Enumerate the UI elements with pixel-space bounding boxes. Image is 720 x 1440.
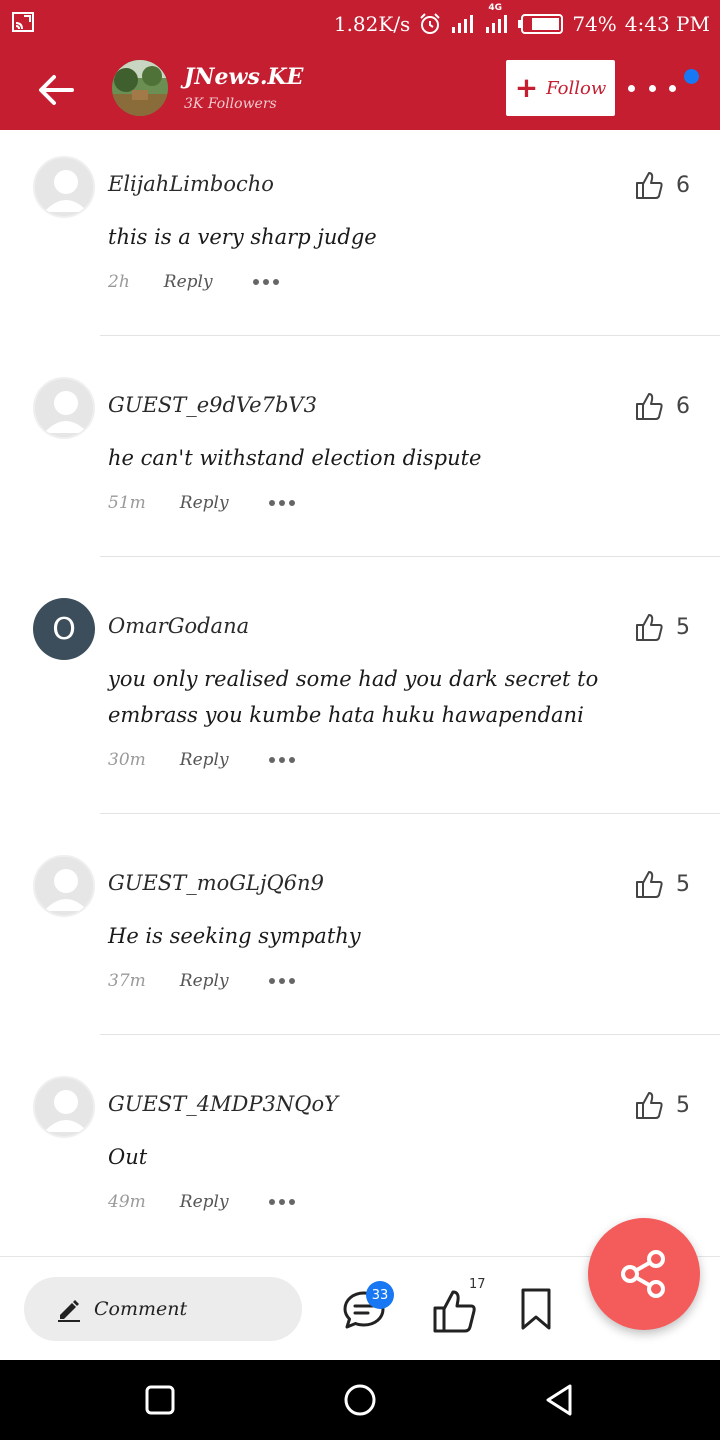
channel-avatar-image <box>112 60 168 116</box>
avatar[interactable] <box>33 1076 95 1138</box>
reply-button[interactable]: Reply <box>180 971 229 991</box>
comment-username[interactable]: GUEST_4MDP3NQoY <box>108 1092 338 1116</box>
divider <box>100 813 720 814</box>
comment-like-count: 5 <box>676 871 690 897</box>
comment-meta: 49m Reply <box>108 1192 295 1212</box>
network-type: 4G <box>488 3 502 13</box>
comment-time: 30m <box>108 750 146 770</box>
back-icon[interactable] <box>542 1382 578 1418</box>
comment-like-button[interactable]: 5 <box>634 612 690 642</box>
comment-text: this is a very sharp judge <box>108 225 377 249</box>
comment-meta: 30m Reply <box>108 750 295 770</box>
avatar[interactable] <box>33 377 95 439</box>
thumbs-up-icon <box>636 614 663 641</box>
back-arrow-icon[interactable] <box>36 70 76 110</box>
share-icon <box>621 1250 665 1298</box>
channel-name[interactable]: JNews.KE <box>184 64 303 90</box>
comment-like-count: 5 <box>676 1092 690 1118</box>
comment-time: 37m <box>108 971 146 991</box>
signal-icon <box>486 15 508 33</box>
more-icon[interactable] <box>628 74 676 102</box>
pencil-icon <box>58 1300 80 1322</box>
comment-like-button[interactable]: 6 <box>634 170 690 200</box>
thumbs-up-icon <box>636 393 663 420</box>
comment-time: 49m <box>108 1192 146 1212</box>
status-bar: 1.82K/s 4G 74% 4:43 PM <box>0 0 720 48</box>
comment-like-count: 6 <box>676 393 690 419</box>
comment-meta: 37m Reply <box>108 971 295 991</box>
comment-meta: 2h Reply <box>108 272 279 292</box>
reply-button[interactable]: Reply <box>180 1192 229 1212</box>
comment-more-icon[interactable] <box>268 978 295 984</box>
thumbs-up-icon <box>636 172 663 199</box>
thumbs-up-icon <box>636 1092 663 1119</box>
avatar[interactable] <box>33 855 95 917</box>
follow-button[interactable]: + Follow <box>506 60 615 116</box>
plus-icon: + <box>514 71 539 104</box>
comment-username[interactable]: GUEST_e9dVe7bV3 <box>108 393 317 417</box>
comment-like-button[interactable]: 6 <box>634 391 690 421</box>
comment-more-icon[interactable] <box>268 757 295 763</box>
comment-more-icon[interactable] <box>268 500 295 506</box>
comment-meta: 51m Reply <box>108 493 295 513</box>
share-button[interactable] <box>588 1218 700 1330</box>
app-header: 1.82K/s 4G 74% 4:43 PM JNews.KE 3K Follo… <box>0 0 720 130</box>
reply-button[interactable]: Reply <box>180 750 229 770</box>
signal-4g: 4G <box>484 3 510 35</box>
recent-apps-icon[interactable] <box>142 1382 178 1418</box>
comment-input[interactable]: Comment <box>24 1277 302 1341</box>
comment-like-button[interactable]: 5 <box>634 869 690 899</box>
reply-button[interactable]: Reply <box>180 493 229 513</box>
comment-time: 2h <box>108 272 130 292</box>
channel-followers: 3K Followers <box>184 96 277 112</box>
comment-more-icon[interactable] <box>268 1199 295 1205</box>
system-nav-bar <box>0 1360 720 1440</box>
divider <box>100 335 720 336</box>
thumbs-up-icon <box>636 871 663 898</box>
comment-placeholder: Comment <box>94 1298 188 1320</box>
divider <box>100 556 720 557</box>
avatar[interactable] <box>33 156 95 218</box>
default-avatar-icon <box>44 391 88 433</box>
battery-level: 74% <box>572 12 617 36</box>
notification-dot <box>684 69 699 84</box>
network-speed: 1.82K/s <box>333 12 411 36</box>
signal-icon <box>452 15 474 33</box>
comment-username[interactable]: OmarGodana <box>108 614 249 638</box>
clock: 4:43 PM <box>624 12 710 36</box>
comment-more-icon[interactable] <box>252 279 279 285</box>
cast-icon <box>12 12 34 32</box>
comment-text: He is seeking sympathy <box>108 924 361 948</box>
channel-avatar[interactable] <box>112 60 168 116</box>
battery-icon <box>518 14 564 34</box>
divider <box>100 1034 720 1035</box>
reply-button[interactable]: Reply <box>164 272 213 292</box>
comment-time: 51m <box>108 493 146 513</box>
comment-username[interactable]: GUEST_moGLjQ6n9 <box>108 871 324 895</box>
thumbs-up-icon[interactable] <box>430 1287 478 1335</box>
default-avatar-icon <box>44 1090 88 1132</box>
comment-like-count: 5 <box>676 614 690 640</box>
status-indicators: 1.82K/s 4G 74% 4:43 PM <box>333 3 710 40</box>
default-avatar-icon <box>44 869 88 911</box>
comment-count-badge: 33 <box>366 1281 394 1309</box>
comment-username[interactable]: ElijahLimbocho <box>108 172 274 196</box>
comment-text: you only realised some had you dark secr… <box>108 667 599 727</box>
comment-text: he can't withstand election dispute <box>108 446 482 470</box>
avatar[interactable]: O <box>33 598 95 660</box>
comment-like-button[interactable]: 5 <box>634 1090 690 1120</box>
comment-text: Out <box>108 1145 148 1169</box>
comment-like-count: 6 <box>676 172 690 198</box>
follow-label: Follow <box>546 77 607 99</box>
default-avatar-icon <box>44 170 88 212</box>
like-count: 17 <box>469 1277 486 1292</box>
bookmark-icon[interactable] <box>518 1287 554 1331</box>
alarm-icon <box>420 13 441 34</box>
home-icon[interactable] <box>342 1382 378 1418</box>
